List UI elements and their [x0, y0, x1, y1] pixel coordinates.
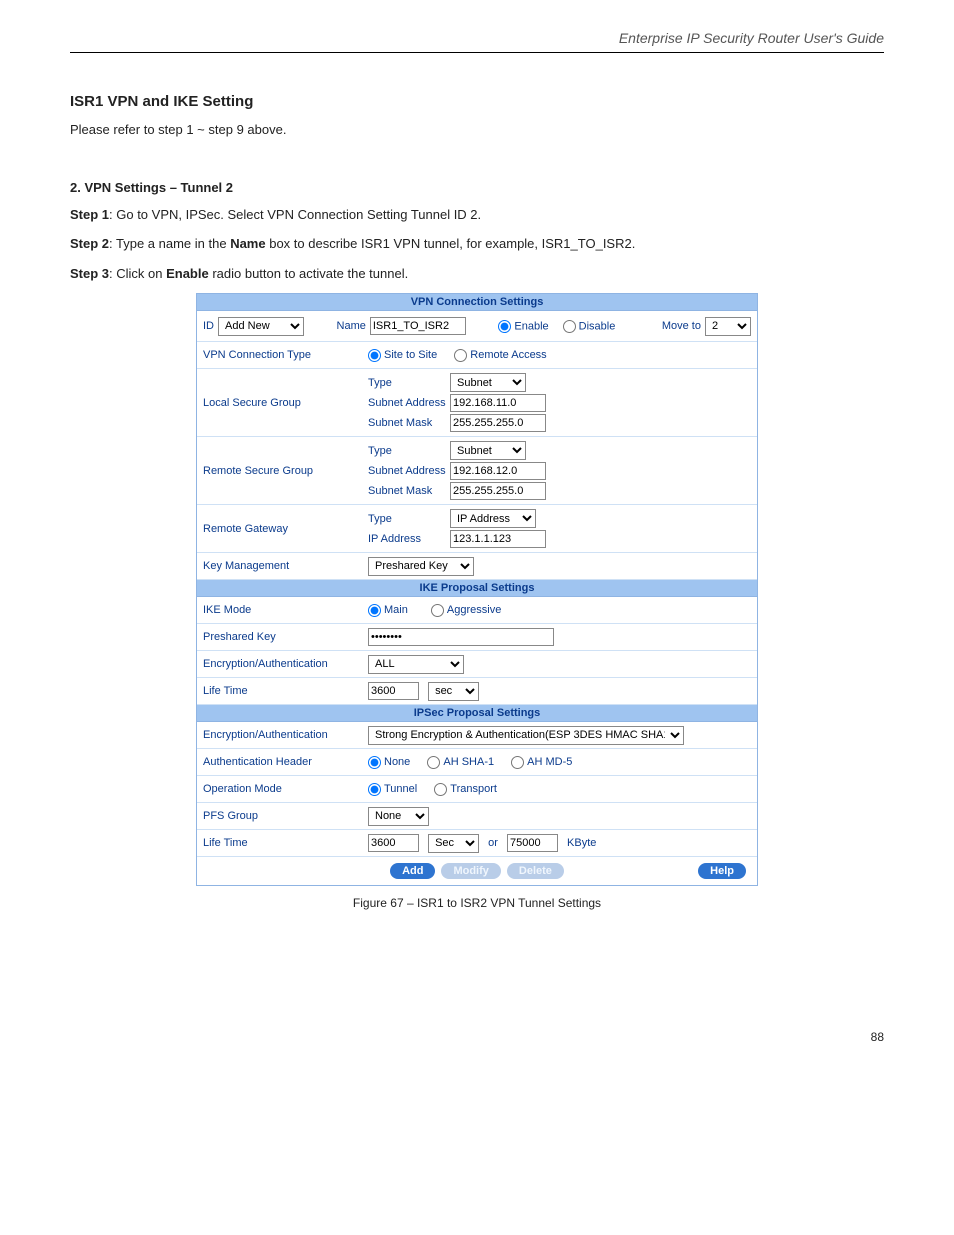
- ah-md5-radio[interactable]: [511, 756, 524, 769]
- doc-header: Enterprise IP Security Router User's Gui…: [70, 30, 884, 46]
- id-select[interactable]: Add New: [218, 317, 304, 336]
- moveto-select[interactable]: 2: [705, 317, 751, 336]
- step-num: Step 1: [70, 207, 109, 222]
- page-number: 88: [70, 1030, 884, 1044]
- panel-header-vpn: VPN Connection Settings: [197, 294, 757, 311]
- intro-text: Please refer to step 1 ~ step 9 above.: [70, 120, 884, 140]
- ah-md5-radio-label[interactable]: AH MD-5: [511, 756, 572, 768]
- enable-radio-label[interactable]: Enable: [498, 320, 548, 333]
- subsection-title: 2. VPN Settings – Tunnel 2: [70, 180, 884, 195]
- remote-access-radio-label[interactable]: Remote Access: [454, 349, 546, 361]
- step-num: Step 2: [70, 236, 109, 251]
- ike-life-label: Life Time: [203, 685, 368, 697]
- ah-none-radio[interactable]: [368, 756, 381, 769]
- delete-button[interactable]: Delete: [507, 863, 564, 879]
- transport-radio[interactable]: [434, 783, 447, 796]
- ike-life-unit-select[interactable]: sec: [428, 682, 479, 701]
- gateway-type-select[interactable]: IP Address: [450, 509, 536, 528]
- op-mode-row: Operation Mode Tunnel Transport: [197, 776, 757, 803]
- pfs-row: PFS Group None: [197, 803, 757, 830]
- remote-gateway-label: Remote Gateway: [203, 523, 368, 535]
- add-button[interactable]: Add: [390, 863, 435, 879]
- ipsec-life-row: Life Time Sec or KByte: [197, 830, 757, 857]
- ike-enc-label: Encryption/Authentication: [203, 658, 368, 670]
- id-label: ID: [203, 320, 214, 332]
- or-label: or: [488, 837, 498, 849]
- moveto-label: Move to: [662, 320, 701, 332]
- modify-button[interactable]: Modify: [441, 863, 500, 879]
- pfs-select[interactable]: None: [368, 807, 429, 826]
- ipsec-life-sec-input[interactable]: [368, 834, 419, 852]
- ipsec-life-kbyte-input[interactable]: [507, 834, 558, 852]
- ike-life-row: Life Time sec: [197, 678, 757, 705]
- ah-sha1-radio-label[interactable]: AH SHA-1: [427, 756, 494, 768]
- ipsec-enc-select[interactable]: Strong Encryption & Authentication(ESP 3…: [368, 726, 684, 745]
- ike-mode-row: IKE Mode Main Aggressive: [197, 597, 757, 624]
- tunnel-radio-label[interactable]: Tunnel: [368, 783, 417, 795]
- remote-access-radio[interactable]: [454, 349, 467, 362]
- figure-caption: Figure 67 – ISR1 to ISR2 VPN Tunnel Sett…: [70, 896, 884, 910]
- site-to-site-radio-label[interactable]: Site to Site: [368, 349, 437, 361]
- step-num: Step 3: [70, 266, 109, 281]
- ah-none-radio-label[interactable]: None: [368, 756, 410, 768]
- help-button[interactable]: Help: [698, 863, 746, 879]
- disable-radio-label[interactable]: Disable: [563, 320, 616, 333]
- preshared-key-input[interactable]: [368, 628, 554, 646]
- local-secure-group-row: Local Secure Group TypeSubnet Subnet Add…: [197, 369, 757, 437]
- ike-mode-label: IKE Mode: [203, 604, 368, 616]
- pfs-label: PFS Group: [203, 810, 368, 822]
- remote-type-select[interactable]: Subnet: [450, 441, 526, 460]
- remote-secure-group-row: Remote Secure Group TypeSubnet Subnet Ad…: [197, 437, 757, 505]
- preshared-key-label: Preshared Key: [203, 631, 368, 643]
- kbyte-label: KByte: [567, 837, 596, 849]
- remote-subnet-addr-input[interactable]: [450, 462, 546, 480]
- ipsec-enc-row: Encryption/Authentication Strong Encrypt…: [197, 722, 757, 749]
- gateway-ip-input[interactable]: [450, 530, 546, 548]
- name-label: Name: [337, 320, 366, 332]
- local-secure-group-label: Local Secure Group: [203, 397, 368, 409]
- panel-header-ike: IKE Proposal Settings: [197, 580, 757, 597]
- ike-enc-select[interactable]: ALL: [368, 655, 464, 674]
- vpn-settings-panel: VPN Connection Settings ID Add New Name …: [196, 293, 758, 886]
- local-subnet-addr-input[interactable]: [450, 394, 546, 412]
- remote-subnet-mask-input[interactable]: [450, 482, 546, 500]
- tunnel-radio[interactable]: [368, 783, 381, 796]
- key-mgmt-label: Key Management: [203, 560, 368, 572]
- name-input[interactable]: [370, 317, 466, 335]
- local-subnet-mask-input[interactable]: [450, 414, 546, 432]
- local-type-select[interactable]: Subnet: [450, 373, 526, 392]
- auth-header-row: Authentication Header None AH SHA-1 AH M…: [197, 749, 757, 776]
- preshared-key-row: Preshared Key: [197, 624, 757, 651]
- op-mode-label: Operation Mode: [203, 783, 368, 795]
- section-title: ISR1 VPN and IKE Setting: [70, 93, 884, 110]
- ike-main-radio-label[interactable]: Main: [368, 604, 408, 616]
- auth-header-label: Authentication Header: [203, 756, 368, 768]
- vpn-conn-type-row: VPN Connection Type Site to Site Remote …: [197, 342, 757, 369]
- button-bar: Add Modify Delete Help: [197, 857, 757, 885]
- top-row: ID Add New Name Enable Disable Move to 2: [197, 311, 757, 342]
- key-mgmt-row: Key Management Preshared Key: [197, 553, 757, 580]
- remote-gateway-row: Remote Gateway TypeIP Address IP Address: [197, 505, 757, 553]
- step-2: Step 2: Type a name in the Name box to d…: [70, 234, 884, 254]
- remote-secure-group-label: Remote Secure Group: [203, 465, 368, 477]
- ike-aggressive-radio-label[interactable]: Aggressive: [431, 604, 501, 616]
- ah-sha1-radio[interactable]: [427, 756, 440, 769]
- site-to-site-radio[interactable]: [368, 349, 381, 362]
- ike-enc-row: Encryption/Authentication ALL: [197, 651, 757, 678]
- ike-main-radio[interactable]: [368, 604, 381, 617]
- ipsec-enc-label: Encryption/Authentication: [203, 729, 368, 741]
- header-rule: [70, 52, 884, 53]
- ike-life-input[interactable]: [368, 682, 419, 700]
- panel-header-ipsec: IPSec Proposal Settings: [197, 705, 757, 722]
- vpn-conn-type-label: VPN Connection Type: [203, 349, 368, 361]
- ipsec-life-label: Life Time: [203, 837, 368, 849]
- step-3: Step 3: Click on Enable radio button to …: [70, 264, 884, 284]
- key-mgmt-select[interactable]: Preshared Key: [368, 557, 474, 576]
- enable-radio[interactable]: [498, 320, 511, 333]
- transport-radio-label[interactable]: Transport: [434, 783, 497, 795]
- disable-radio[interactable]: [563, 320, 576, 333]
- ike-aggressive-radio[interactable]: [431, 604, 444, 617]
- ipsec-life-unit-select[interactable]: Sec: [428, 834, 479, 853]
- step-1: Step 1: Go to VPN, IPSec. Select VPN Con…: [70, 205, 884, 225]
